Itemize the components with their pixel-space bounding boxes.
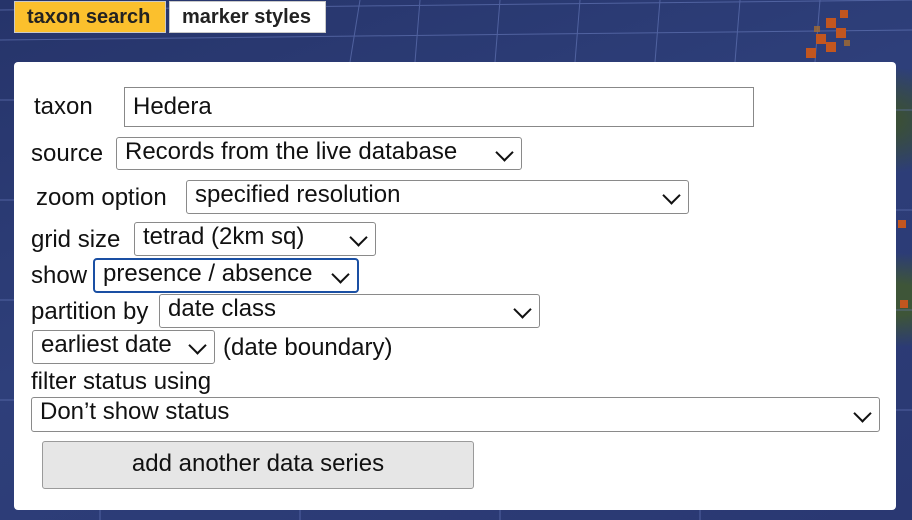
tab-marker-styles[interactable]: marker styles — [169, 1, 326, 33]
chevron-down-icon — [513, 300, 532, 319]
search-panel: taxon Hedera source Records from the liv… — [14, 62, 896, 510]
chevron-down-icon — [349, 228, 368, 247]
grid-size-label: grid size — [31, 226, 121, 253]
add-data-series-button[interactable]: add another data series — [42, 441, 474, 489]
chevron-down-icon — [331, 264, 350, 284]
zoom-option-select[interactable]: specified resolution — [186, 180, 689, 214]
filter-status-label: filter status using — [31, 368, 212, 395]
chevron-down-icon — [853, 403, 872, 423]
show-label: show — [31, 262, 88, 289]
filter-status-select-value: Don’t show status — [40, 398, 230, 425]
chevron-down-icon — [495, 142, 514, 162]
grid-size-select-value: tetrad (2km sq) — [143, 223, 305, 250]
partition-by-select-value: date class — [168, 295, 277, 322]
source-select-value: Records from the live database — [125, 138, 458, 165]
partition-by-select[interactable]: date class — [159, 294, 540, 328]
zoom-option-label: zoom option — [36, 184, 167, 211]
show-select-value: presence / absence — [103, 260, 313, 287]
chevron-down-icon — [188, 336, 207, 355]
source-label: source — [31, 140, 104, 167]
grid-size-select[interactable]: tetrad (2km sq) — [134, 222, 376, 256]
taxon-label: taxon — [34, 93, 93, 120]
show-select[interactable]: presence / absence — [93, 258, 359, 293]
chevron-down-icon — [662, 186, 681, 205]
date-boundary-select-value: earliest date — [41, 331, 172, 358]
taxon-input[interactable]: Hedera — [124, 87, 754, 127]
source-select[interactable]: Records from the live database — [116, 137, 522, 170]
partition-by-label: partition by — [31, 298, 149, 325]
tab-taxon-search[interactable]: taxon search — [14, 1, 166, 33]
filter-status-select[interactable]: Don’t show status — [31, 397, 880, 432]
date-boundary-label: (date boundary) — [223, 334, 393, 361]
zoom-option-select-value: specified resolution — [195, 181, 401, 208]
date-boundary-select[interactable]: earliest date — [32, 330, 215, 364]
